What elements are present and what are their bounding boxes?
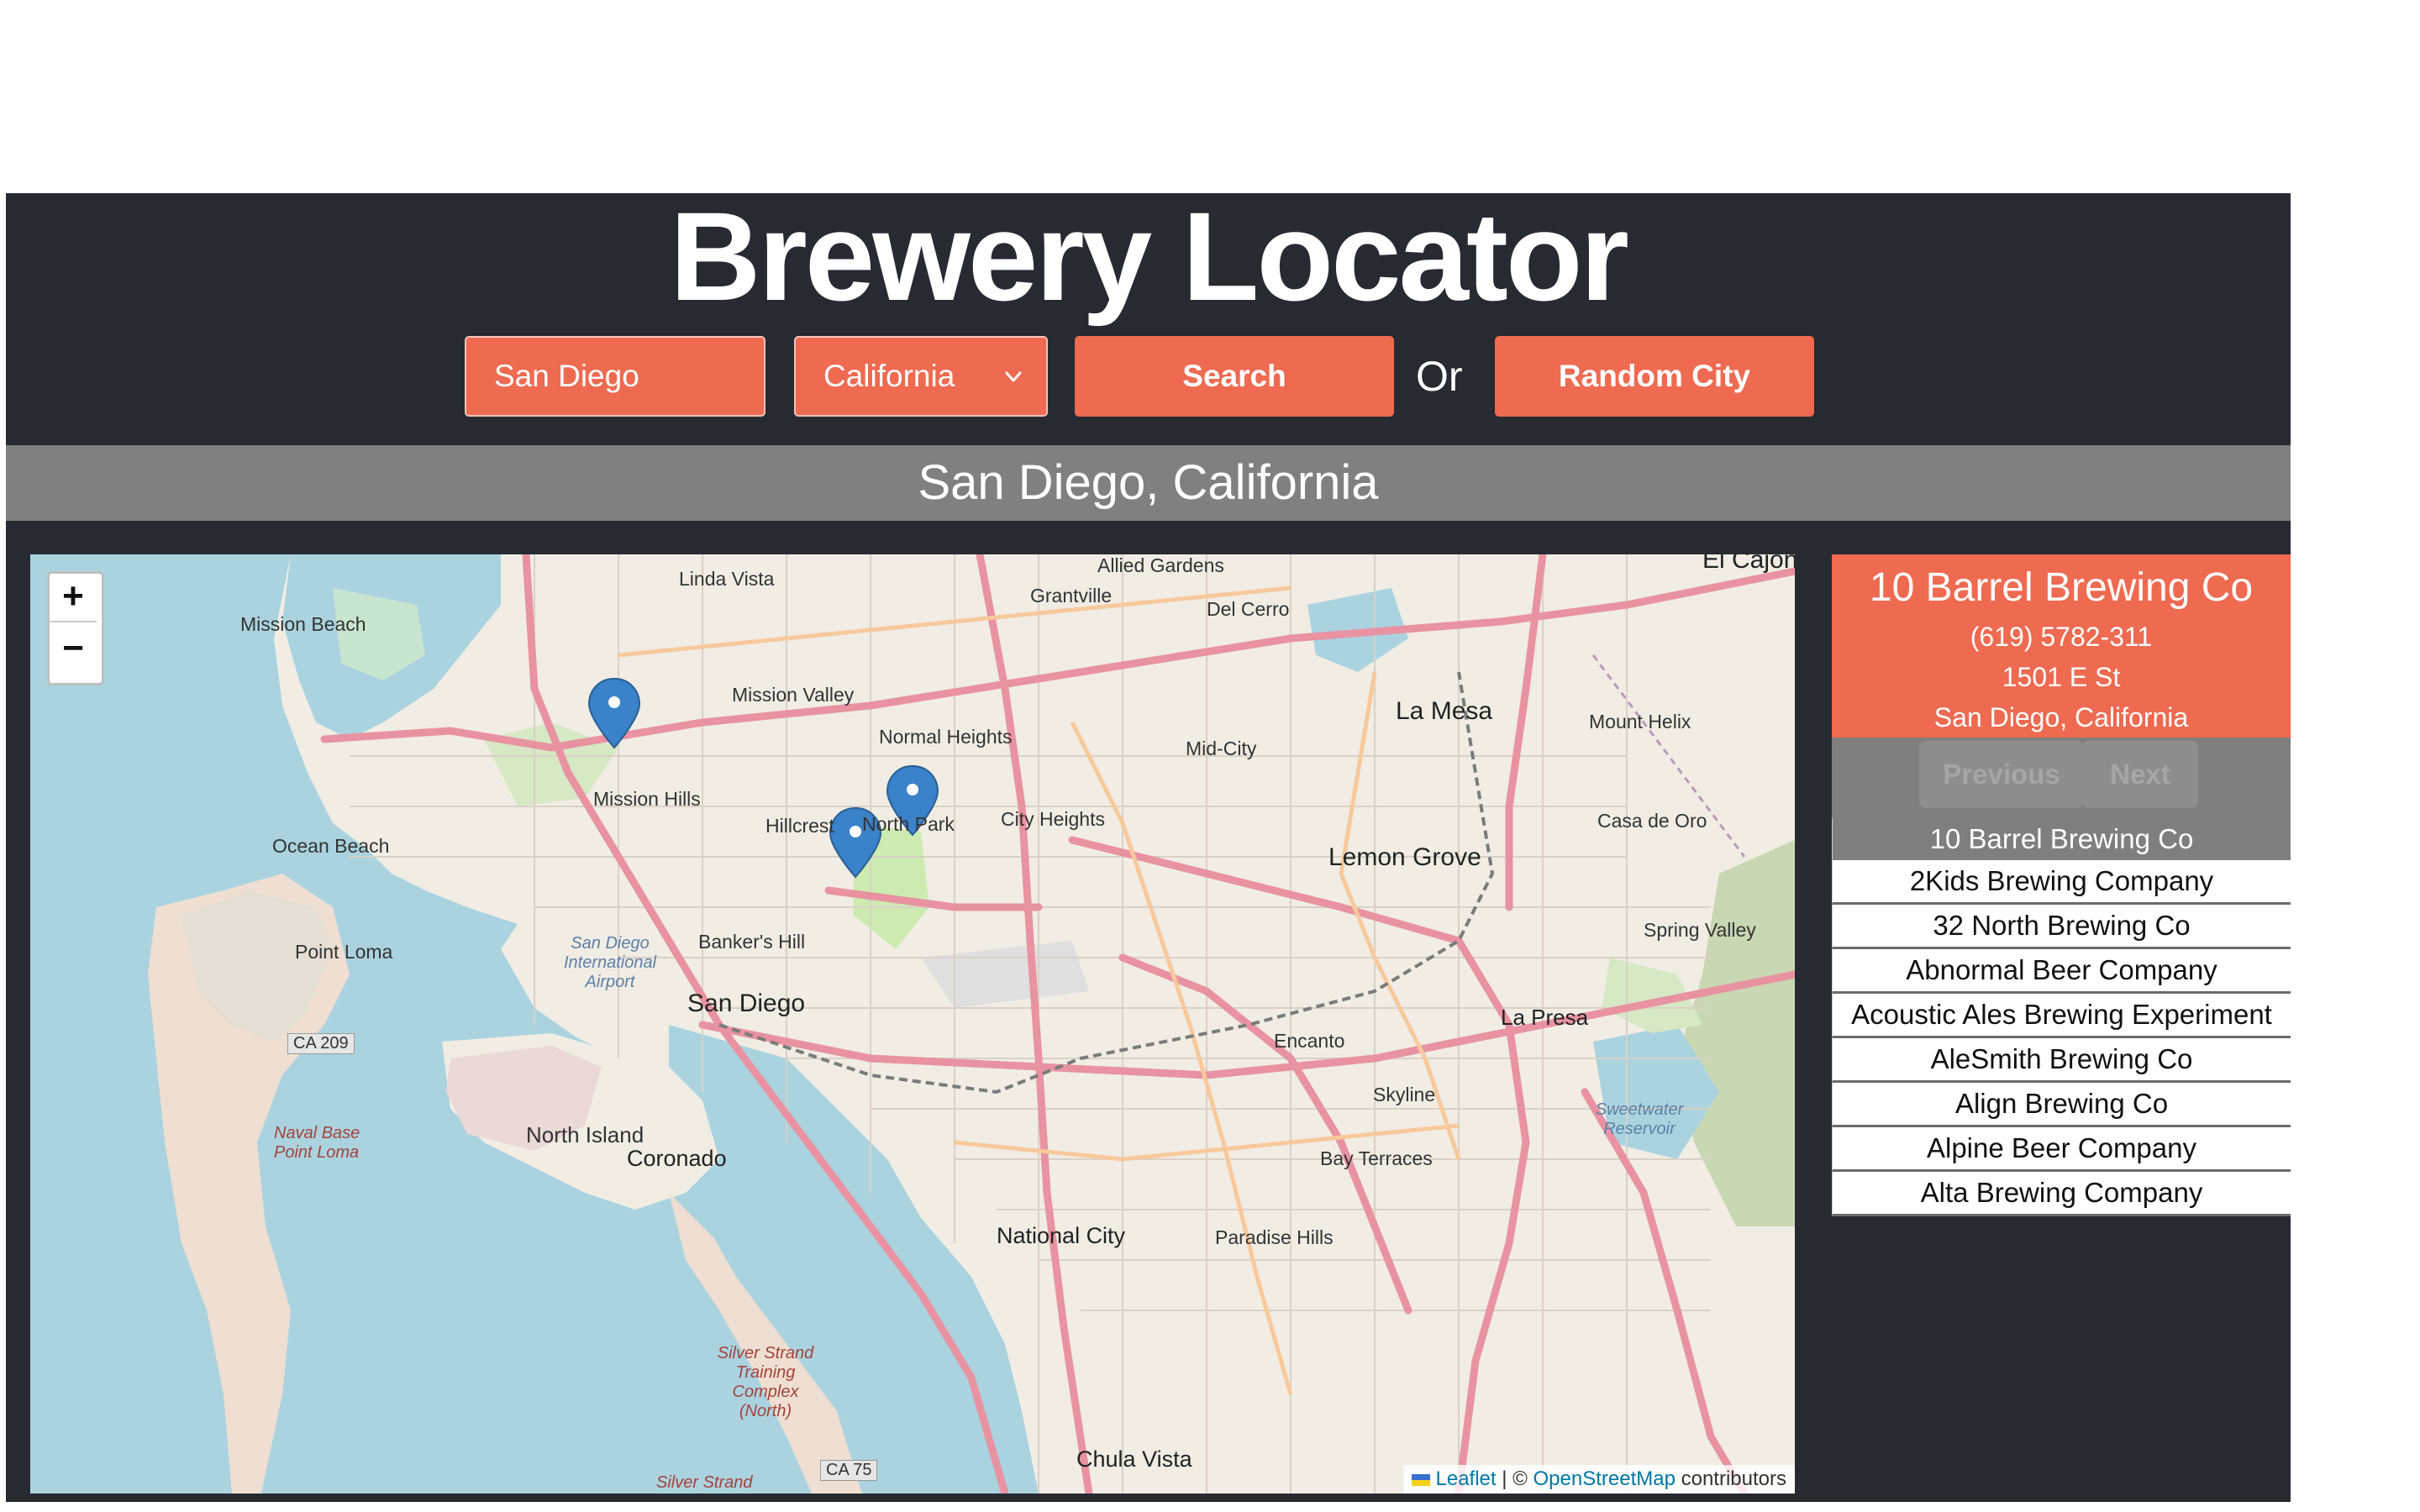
map-label: Mission Hills: [593, 788, 701, 810]
zoom-in-button[interactable]: +: [50, 574, 97, 622]
map-label: Allied Gardens: [1097, 554, 1224, 576]
map-label: La Mesa: [1396, 697, 1493, 725]
map-attribution: Leaflet | © OpenStreetMap contributors: [1402, 1465, 1795, 1494]
location-heading: San Diego, California: [6, 445, 2291, 521]
map-label: Banker's Hill: [698, 931, 806, 953]
brewery-sidebar: 10 Barrel Brewing Co (619) 5782-311 1501…: [1832, 554, 2291, 1216]
pager: Previous Next: [1832, 738, 2291, 818]
openstreetmap-link[interactable]: OpenStreetMap: [1534, 1467, 1676, 1490]
map-label: Ocean Beach: [272, 835, 390, 857]
selected-brewery-street: 1501 E St: [2002, 662, 2121, 692]
map-label: Hillcrest: [765, 815, 834, 837]
selected-brewery-card: 10 Barrel Brewing Co (619) 5782-311 1501…: [1832, 554, 2291, 738]
map-label: City Heights: [1001, 808, 1105, 830]
map-label: Lemon Grove: [1328, 843, 1481, 871]
selected-brewery-name: 10 Barrel Brewing Co: [1869, 565, 2254, 610]
map-label: Bay Terraces: [1320, 1147, 1433, 1169]
attribution-separator: | ©: [1496, 1467, 1534, 1490]
map-label: Linda Vista: [679, 568, 775, 590]
brewery-list: 10 Barrel Brewing Co 2Kids Brewing Compa…: [1832, 818, 2291, 1216]
or-label: Or: [1416, 353, 1463, 400]
map-label: North Island: [526, 1122, 644, 1147]
map-label: Grantville: [1030, 585, 1113, 606]
map-label: Mount Helix: [1589, 711, 1691, 732]
map-label: Encanto: [1274, 1030, 1345, 1052]
map-label: Point Loma: [295, 941, 393, 963]
ukraine-flag-icon: [1411, 1473, 1430, 1486]
map-label: Mid-City: [1186, 738, 1257, 759]
brewery-list-item[interactable]: 32 North Brewing Co: [1832, 905, 2291, 949]
map-label: CA 75: [820, 1460, 878, 1481]
map-label: Silver Strand: [656, 1473, 753, 1492]
map-label: Paradise Hills: [1215, 1226, 1334, 1248]
brewery-list-item[interactable]: AleSmith Brewing Co: [1832, 1038, 2291, 1083]
map-label: National City: [997, 1223, 1126, 1248]
page-title: Brewery Locator: [670, 186, 1629, 327]
brewery-list-item[interactable]: Abnormal Beer Company: [1832, 949, 2291, 994]
map-label: Normal Heights: [879, 726, 1013, 748]
map-label: San Diego: [687, 990, 806, 1017]
selected-brewery-phone: (619) 5782-311: [1970, 622, 2153, 652]
map-label: Mission Valley: [732, 684, 855, 706]
chevron-down-icon: [1005, 371, 1022, 382]
map-label: Del Cerro: [1207, 598, 1290, 620]
zoom-control: + −: [47, 571, 104, 685]
attribution-suffix: contributors: [1675, 1467, 1786, 1490]
next-button[interactable]: Next: [2082, 741, 2198, 808]
zoom-out-button[interactable]: −: [50, 626, 97, 673]
map-label: North Park: [862, 813, 955, 835]
search-button[interactable]: Search: [1075, 336, 1394, 417]
map-view[interactable]: Linda Vista Allied Gardens Grantville De…: [30, 554, 1795, 1494]
map-label: La Presa: [1501, 1005, 1589, 1030]
map-label: CA 209: [287, 1033, 355, 1054]
map-label: Spring Valley: [1644, 919, 1756, 941]
map-label: El Cajon: [1702, 554, 1795, 574]
map-label: Chula Vista: [1076, 1446, 1192, 1472]
leaflet-link[interactable]: Leaflet: [1436, 1467, 1497, 1490]
random-city-button[interactable]: Random City: [1495, 336, 1814, 417]
map-label: Naval Base Point Loma: [274, 1124, 360, 1162]
selected-brewery-city: San Diego, California: [1933, 702, 2189, 732]
map-label: Silver Strand Training Complex (North): [717, 1344, 814, 1420]
brewery-list-item[interactable]: Acoustic Ales Brewing Experiment: [1832, 994, 2291, 1038]
app-panel: Brewery Locator San Diego California Sea…: [6, 193, 2291, 1502]
brewery-list-item[interactable]: 10 Barrel Brewing Co: [1832, 818, 2291, 860]
map-label: Casa de Oro: [1597, 810, 1707, 832]
state-select-value: California: [823, 359, 955, 393]
city-input[interactable]: San Diego: [465, 336, 765, 417]
map-label: Skyline: [1373, 1084, 1436, 1105]
brewery-list-item[interactable]: Alpine Beer Company: [1832, 1127, 2291, 1172]
brewery-list-item[interactable]: Alta Brewing Company: [1832, 1172, 2291, 1216]
map-label: Coronado: [627, 1146, 727, 1171]
map-label: Sweetwater Reservoir: [1595, 1100, 1684, 1138]
brewery-list-item[interactable]: Align Brewing Co: [1832, 1083, 2291, 1127]
state-select[interactable]: California: [794, 336, 1048, 417]
map-label: San Diego International Airport: [563, 934, 657, 991]
city-input-value: San Diego: [494, 359, 639, 393]
brewery-list-item[interactable]: 2Kids Brewing Company: [1832, 860, 2291, 905]
previous-button[interactable]: Previous: [1919, 741, 2084, 808]
map-label: Mission Beach: [240, 613, 366, 635]
